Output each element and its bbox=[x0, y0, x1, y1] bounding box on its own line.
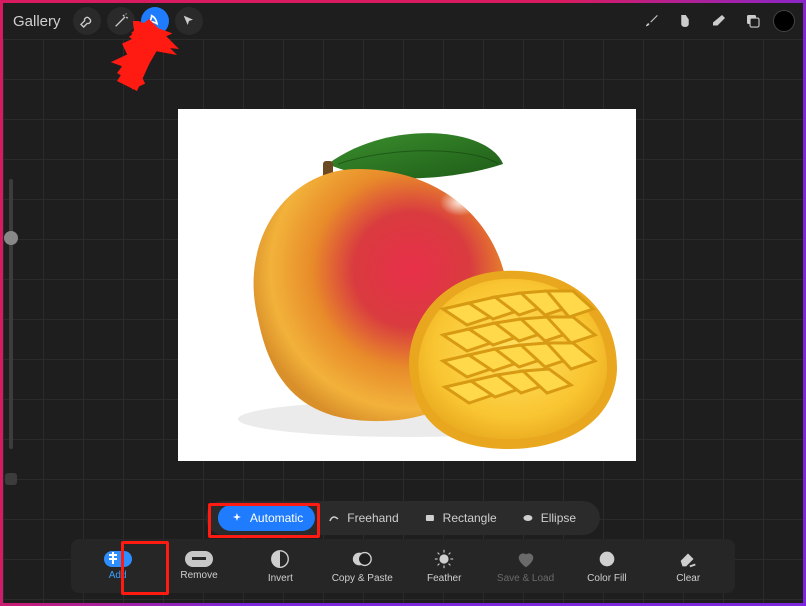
gallery-button[interactable]: Gallery bbox=[11, 13, 67, 30]
mode-label: Freehand bbox=[347, 511, 398, 525]
action-remove[interactable]: Remove bbox=[169, 551, 229, 581]
eraser-icon[interactable] bbox=[705, 7, 733, 35]
selection-action-bar: Add Remove Invert Copy & Paste bbox=[71, 539, 735, 593]
copypaste-icon bbox=[351, 548, 373, 570]
action-add[interactable]: Add bbox=[88, 551, 148, 581]
app-window: Gallery bbox=[3, 3, 803, 603]
mode-rectangle[interactable]: Rectangle bbox=[411, 505, 509, 531]
undo-button[interactable] bbox=[5, 473, 17, 485]
action-label: Copy & Paste bbox=[332, 573, 393, 584]
mode-label: Ellipse bbox=[541, 511, 576, 525]
rectangle-icon bbox=[423, 511, 437, 525]
ellipse-icon bbox=[521, 511, 535, 525]
action-label: Feather bbox=[427, 573, 461, 584]
action-saveload[interactable]: Save & Load bbox=[496, 548, 556, 584]
heart-icon bbox=[515, 548, 537, 570]
action-clear[interactable]: Clear bbox=[658, 548, 718, 584]
action-label: Add bbox=[109, 570, 127, 581]
freehand-icon bbox=[327, 511, 341, 525]
slider-thumb[interactable] bbox=[4, 231, 18, 245]
wand-icon[interactable] bbox=[107, 7, 135, 35]
action-label: Invert bbox=[268, 573, 293, 584]
colorfill-icon bbox=[596, 548, 618, 570]
action-invert[interactable]: Invert bbox=[250, 548, 310, 584]
brush-size-slider[interactable] bbox=[9, 179, 13, 449]
layers-icon[interactable] bbox=[739, 7, 767, 35]
action-label: Color Fill bbox=[587, 573, 626, 584]
color-chip[interactable] bbox=[773, 10, 795, 32]
mode-ellipse[interactable]: Ellipse bbox=[509, 505, 588, 531]
selection-icon[interactable] bbox=[141, 7, 169, 35]
invert-icon bbox=[269, 548, 291, 570]
mode-label: Rectangle bbox=[443, 511, 497, 525]
smudge-icon[interactable] bbox=[671, 7, 699, 35]
action-copypaste[interactable]: Copy & Paste bbox=[332, 548, 393, 584]
cursor-icon[interactable] bbox=[175, 7, 203, 35]
action-colorfill[interactable]: Color Fill bbox=[577, 548, 637, 584]
add-icon bbox=[104, 551, 132, 567]
wrench-icon[interactable] bbox=[73, 7, 101, 35]
remove-icon bbox=[185, 551, 213, 567]
mode-label: Automatic bbox=[250, 511, 303, 525]
sparkle-icon bbox=[230, 511, 244, 525]
canvas-image bbox=[178, 109, 636, 461]
canvas[interactable] bbox=[178, 109, 636, 461]
selection-mode-bar: Automatic Freehand Rectangle Ellipse bbox=[206, 501, 600, 535]
action-feather[interactable]: Feather bbox=[414, 548, 474, 584]
top-toolbar: Gallery bbox=[3, 3, 803, 39]
mode-freehand[interactable]: Freehand bbox=[315, 505, 410, 531]
action-label: Clear bbox=[676, 573, 700, 584]
feather-icon bbox=[433, 548, 455, 570]
mode-automatic[interactable]: Automatic bbox=[218, 505, 315, 531]
brush-icon[interactable] bbox=[637, 7, 665, 35]
action-label: Save & Load bbox=[497, 573, 554, 584]
action-label: Remove bbox=[180, 570, 217, 581]
canvas-area[interactable]: Automatic Freehand Rectangle Ellipse bbox=[3, 39, 803, 603]
clear-icon bbox=[677, 548, 699, 570]
